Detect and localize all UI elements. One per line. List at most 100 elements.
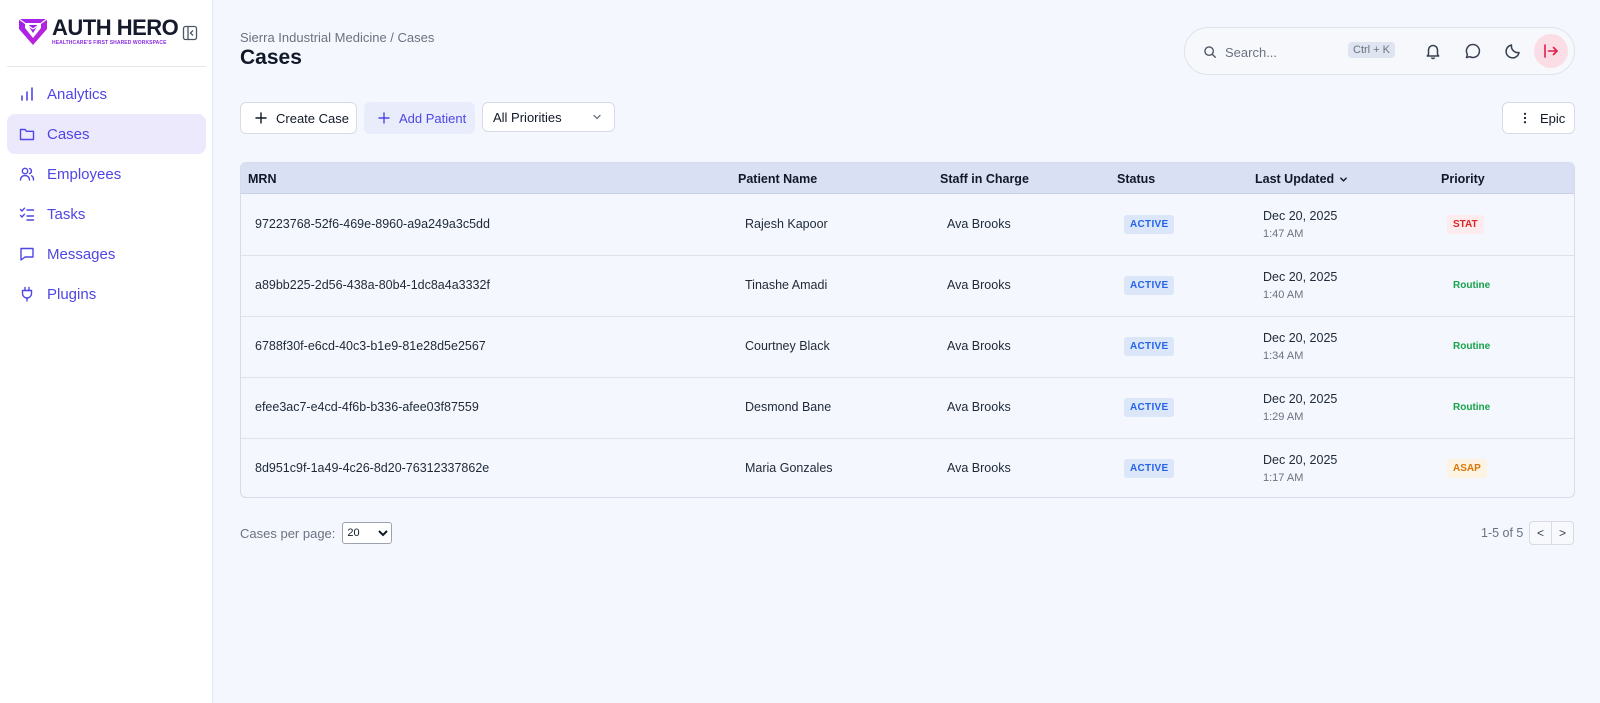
column-header-patient-name: Patient Name [738,172,818,186]
cell-mrn: 8d951c9f-1a49-4c26-8d20-76312337862e [255,461,490,475]
table-header: MRN Patient Name Staff in Charge Status … [241,163,1574,194]
plus-icon [255,112,267,124]
next-page-button[interactable]: > [1551,521,1574,545]
cell-mrn: 6788f30f-e6cd-40c3-b1e9-81e28d5e2567 [255,339,486,353]
sidebar: AUTH HERO HEALTHCARE'S FIRST SHARED WORK… [0,0,213,703]
moon-icon[interactable] [1502,40,1524,62]
cell-patient-name: Tinashe Amadi [745,278,828,292]
cell-updated-time: 1:34 AM [1263,350,1304,362]
priority-badge: Routine [1447,398,1497,417]
plus-icon [378,112,390,124]
cell-staff: Ava Brooks [947,461,1011,475]
brand-tagline: HEALTHCARE'S FIRST SHARED WORKSPACE [52,39,167,46]
sidebar-item-analytics[interactable]: Analytics [7,74,206,114]
priority-badge: Routine [1447,337,1497,356]
priority-badge: STAT [1447,215,1484,234]
priority-badge: Routine [1447,276,1497,295]
page-title: Cases [240,46,302,69]
cell-updated-time: 1:40 AM [1263,289,1304,301]
table-row[interactable]: efee3ac7-e4cd-4f6b-b336-afee03f87559 Des… [241,378,1574,439]
table-row[interactable]: 6788f30f-e6cd-40c3-b1e9-81e28d5e2567 Cou… [241,317,1574,378]
more-vertical-icon [1523,112,1527,124]
cell-staff: Ava Brooks [947,278,1011,292]
priority-badge: ASAP [1447,459,1487,478]
add-patient-button[interactable]: Add Patient [364,102,475,134]
topbar: Ctrl + K [1184,27,1575,75]
sidebar-collapse-icon[interactable] [182,25,198,41]
create-case-label: Create Case [276,110,349,126]
cell-updated-date: Dec 20, 2025 [1263,270,1338,284]
column-header-mrn: MRN [248,172,277,186]
list-checks-icon [19,206,35,222]
folder-icon [19,126,35,142]
sidebar-item-label: Employees [47,165,122,183]
sidebar-item-cases[interactable]: Cases [7,114,206,154]
status-badge: ACTIVE [1124,276,1175,295]
bar-chart-icon [19,86,35,102]
cases-table: MRN Patient Name Staff in Charge Status … [240,162,1575,498]
brand-logo-block[interactable]: AUTH HERO HEALTHCARE'S FIRST SHARED WORK… [17,14,179,47]
sidebar-item-label: Plugins [47,285,97,303]
column-header-status: Status [1117,172,1156,186]
search-shortcut-badge: Ctrl + K [1348,42,1395,58]
sidebar-nav: Analytics Cases Employees Tasks Messages [7,74,206,314]
status-badge: ACTIVE [1124,337,1175,356]
cell-patient-name: Maria Gonzales [745,461,833,475]
sidebar-item-plugins[interactable]: Plugins [7,274,206,314]
table-row[interactable]: 8d951c9f-1a49-4c26-8d20-76312337862e Mar… [241,439,1574,497]
cell-updated-date: Dec 20, 2025 [1263,453,1338,467]
epic-button[interactable]: Epic [1502,102,1575,134]
cell-updated-time: 1:47 AM [1263,228,1304,240]
previous-page-button[interactable]: < [1529,521,1552,545]
brand-name: AUTH HERO [52,14,179,40]
column-header-last-updated[interactable]: Last Updated [1255,172,1348,186]
users-icon [19,166,35,182]
cell-mrn: a89bb225-2d56-438a-80b4-1dc8a4a3332f [255,278,490,292]
per-page-select[interactable]: 20 [342,522,393,544]
logout-button[interactable] [1534,34,1568,68]
sidebar-divider [7,66,206,67]
epic-label: Epic [1540,110,1566,126]
status-badge: ACTIVE [1124,215,1175,234]
plug-icon [19,286,35,302]
per-page-control: Cases per page: 20 [240,522,393,544]
cell-updated-date: Dec 20, 2025 [1263,331,1338,345]
bell-icon[interactable] [1422,40,1444,62]
column-header-staff-in-charge: Staff in Charge [940,172,1029,186]
logout-icon [1544,44,1558,58]
table-row[interactable]: 97223768-52f6-469e-8960-a9a249a3c5dd Raj… [241,195,1574,256]
sidebar-item-employees[interactable]: Employees [7,154,206,194]
cell-updated-time: 1:17 AM [1263,472,1304,484]
breadcrumb: Sierra Industrial Medicine / Cases [240,30,435,45]
cell-staff: Ava Brooks [947,217,1011,231]
per-page-label: Cases per page: [240,525,336,541]
cell-updated-date: Dec 20, 2025 [1263,392,1338,406]
auth-hero-logo-icon [18,18,48,45]
cell-staff: Ava Brooks [947,339,1011,353]
cell-mrn: efee3ac7-e4cd-4f6b-b336-afee03f87559 [255,400,479,414]
cell-mrn: 97223768-52f6-469e-8960-a9a249a3c5dd [255,217,490,231]
message-square-icon [19,246,35,262]
status-badge: ACTIVE [1124,398,1175,417]
priority-filter-value: All Priorities [493,109,562,125]
sidebar-item-messages[interactable]: Messages [7,234,206,274]
add-patient-label: Add Patient [399,110,467,126]
column-header-last-updated-label: Last Updated [1255,172,1335,186]
sidebar-item-tasks[interactable]: Tasks [7,194,206,234]
search-icon [1204,46,1216,58]
column-header-priority: Priority [1441,172,1485,186]
table-row[interactable]: a89bb225-2d56-438a-80b4-1dc8a4a3332f Tin… [241,256,1574,317]
sidebar-item-label: Messages [47,245,116,263]
sidebar-item-label: Tasks [47,205,86,223]
pagination-info: 1-5 of 5 [1481,526,1524,540]
sort-chevron-down-icon [1340,176,1348,182]
priority-filter-select[interactable]: All Priorities [482,102,615,132]
chevron-down-icon [593,114,601,120]
message-circle-icon[interactable] [1462,40,1484,62]
create-case-button[interactable]: Create Case [240,102,357,134]
cell-patient-name: Desmond Bane [745,400,832,414]
search-input[interactable] [1225,44,1335,60]
sidebar-item-label: Analytics [47,85,108,103]
cell-updated-time: 1:29 AM [1263,411,1304,423]
cell-updated-date: Dec 20, 2025 [1263,209,1338,223]
